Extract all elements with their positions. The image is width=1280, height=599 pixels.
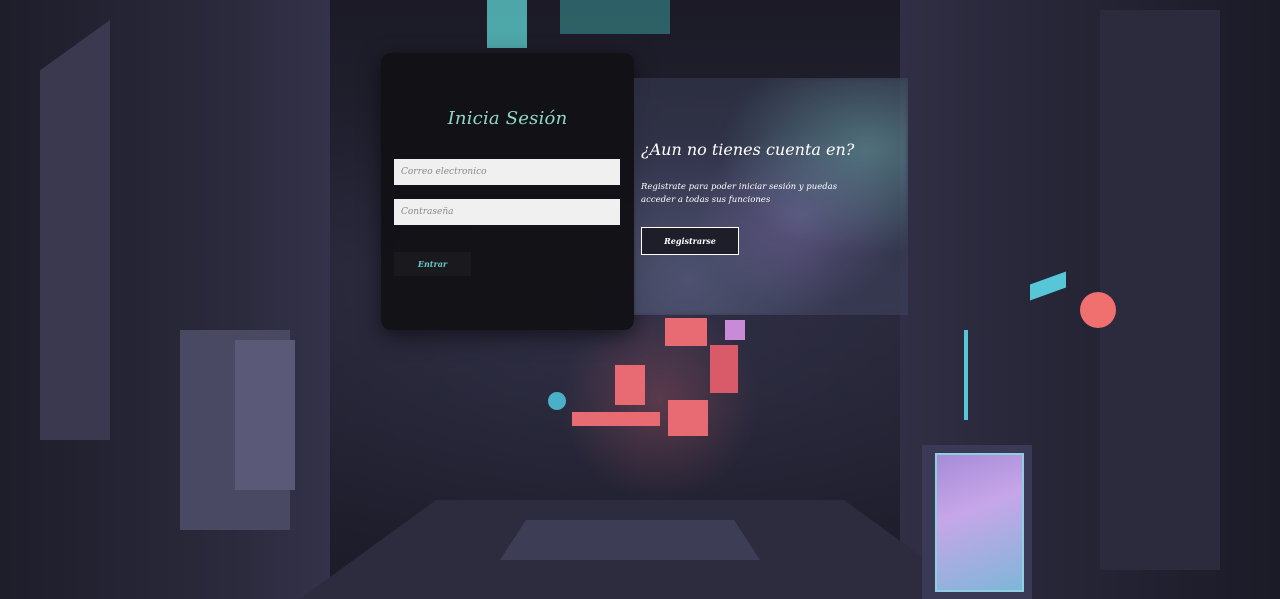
background-street-marking — [500, 520, 760, 560]
background-building-column — [1100, 10, 1220, 570]
background-round-sign — [548, 392, 566, 410]
login-button[interactable]: Entrar — [394, 252, 471, 276]
background-neon-sign — [572, 412, 660, 426]
register-panel: ¿Aun no tienes cuenta en? Registrate par… — [634, 78, 908, 315]
login-card: Inicia Sesión Entrar — [381, 53, 634, 330]
background-building-facade — [40, 20, 110, 440]
register-description: Registrate para poder iniciar sesión y p… — [641, 182, 838, 205]
background-neon-sign — [710, 345, 738, 393]
password-input[interactable] — [394, 199, 620, 225]
register-button[interactable]: Registrarse — [641, 227, 739, 255]
background-poster — [935, 453, 1024, 592]
email-input[interactable] — [394, 159, 620, 185]
register-title: ¿Aun no tienes cuenta en? — [641, 140, 855, 159]
background-neon-sign — [615, 365, 645, 405]
background-neon-sign — [668, 400, 708, 436]
page: Inicia Sesión Entrar ¿Aun no tienes cuen… — [0, 0, 1280, 599]
login-title: Inicia Sesión — [447, 108, 568, 129]
background-neon-sign — [487, 0, 527, 48]
background-lamp — [1080, 292, 1116, 328]
background-neon-sign — [560, 0, 670, 34]
background-neon-sign — [665, 318, 707, 346]
background-neon-sign — [725, 320, 745, 340]
background-building-window — [235, 340, 295, 490]
background-neon-pole — [964, 330, 968, 420]
